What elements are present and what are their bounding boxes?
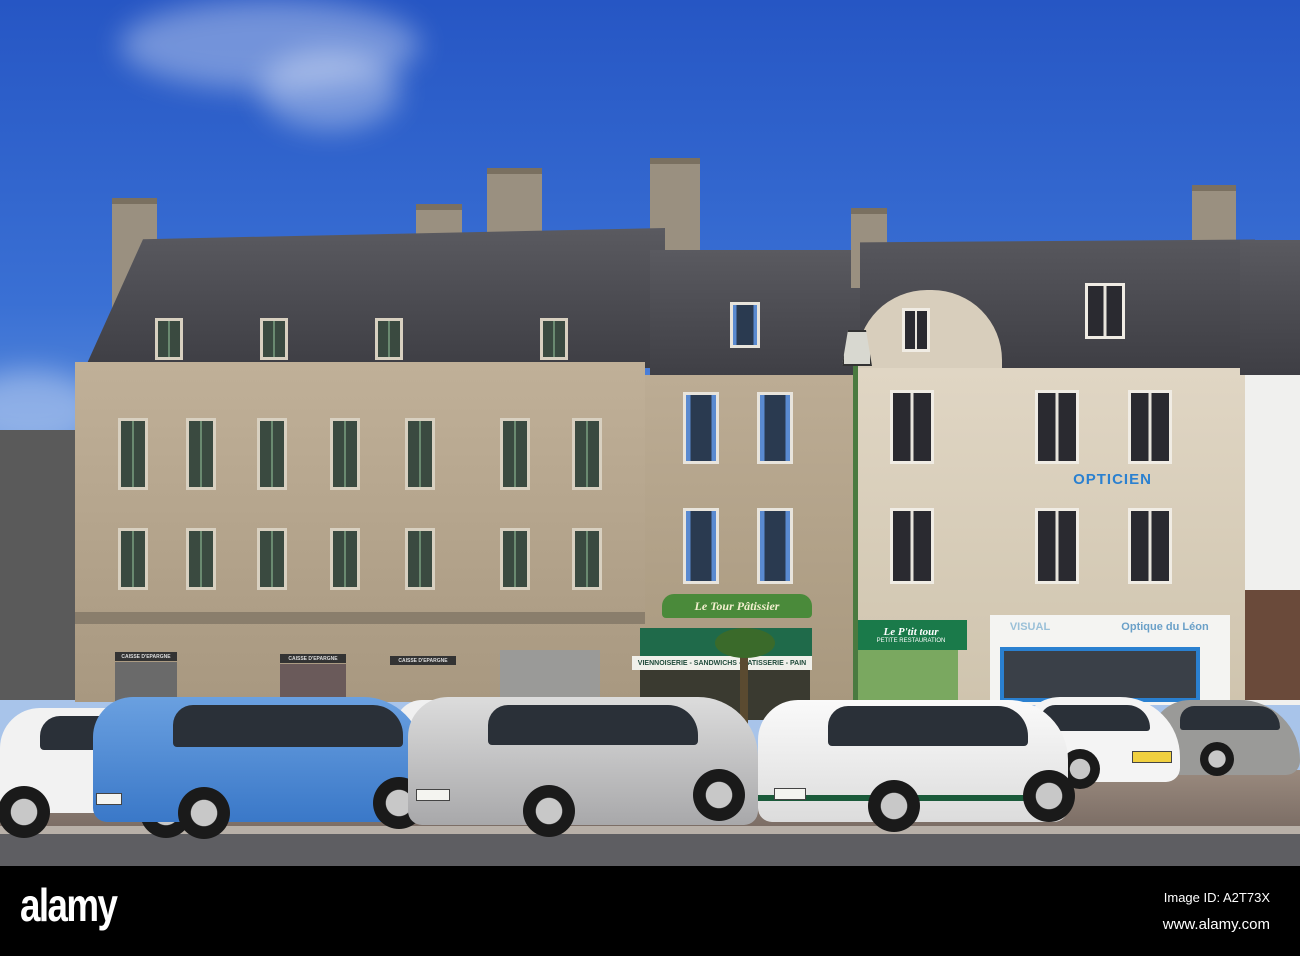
visual-sign: VISUAL <box>1009 621 1051 633</box>
window <box>1035 508 1079 584</box>
lamp-post <box>853 360 858 720</box>
window <box>330 418 360 490</box>
chimney <box>1192 185 1236 245</box>
cloud <box>260 50 400 130</box>
window <box>757 508 793 584</box>
window <box>257 418 287 490</box>
dormer-window <box>155 318 183 360</box>
restaurant-subtitle: PETITE RESTAURATION <box>876 638 946 644</box>
window <box>118 528 148 590</box>
dormer-window <box>540 318 568 360</box>
window <box>500 528 530 590</box>
dormer-window <box>730 302 760 348</box>
window <box>405 528 435 590</box>
bank-door <box>115 662 177 702</box>
watermark-bar: alamy Image ID: A2T73X www.alamy.com <box>0 866 1300 956</box>
window <box>186 418 216 490</box>
restaurant-front <box>858 650 958 705</box>
window <box>257 528 287 590</box>
window <box>118 418 148 490</box>
street-photo: OPTICIEN Le Tour Pâtissier VIENNOISERIE … <box>0 0 1300 866</box>
bank-sign: CAISSE D'EPARGNE <box>115 652 177 661</box>
window <box>683 392 719 464</box>
patisserie-sign: Le Tour Pâtissier <box>662 594 812 618</box>
alamy-url: www.alamy.com <box>1162 916 1270 933</box>
window <box>890 508 934 584</box>
restaurant-sign: Le P'tit tour PETITE RESTAURATION <box>855 620 967 650</box>
dormer-window <box>260 318 288 360</box>
opticien-sign: OPTICIEN <box>1073 470 1152 488</box>
car-white-opel <box>758 700 1075 832</box>
dormer-window <box>1085 283 1125 339</box>
bank-sign: CAISSE D'EPARGNE <box>280 654 346 663</box>
roof <box>1240 240 1300 375</box>
background-building <box>0 430 80 700</box>
awning-text: VIENNOISERIE - SANDWICHS - PATISSERIE - … <box>632 656 812 670</box>
window <box>186 528 216 590</box>
window <box>1128 508 1172 584</box>
alamy-logo: alamy <box>20 879 118 931</box>
dormer-window <box>375 318 403 360</box>
optician-window <box>1000 647 1200 702</box>
image-id: Image ID: A2T73X <box>1163 890 1270 905</box>
window <box>902 308 930 352</box>
optique-sign: Optique du Léon <box>1121 621 1209 633</box>
restaurant-name: Le P'tit tour <box>883 626 939 638</box>
car-blue-citroen <box>93 697 425 839</box>
car-silver-vw <box>408 697 758 837</box>
palm-leaves <box>715 628 775 658</box>
window <box>1035 390 1079 464</box>
window <box>500 418 530 490</box>
window <box>890 390 934 464</box>
window <box>757 392 793 464</box>
window <box>572 528 602 590</box>
window <box>683 508 719 584</box>
bank-sign: CAISSE D'EPARGNE <box>390 656 456 665</box>
window <box>572 418 602 490</box>
doorway <box>500 650 600 702</box>
window <box>330 528 360 590</box>
shopfront <box>1245 590 1300 700</box>
road <box>0 834 1300 866</box>
window <box>1128 390 1172 464</box>
window <box>405 418 435 490</box>
cornice <box>75 612 645 624</box>
